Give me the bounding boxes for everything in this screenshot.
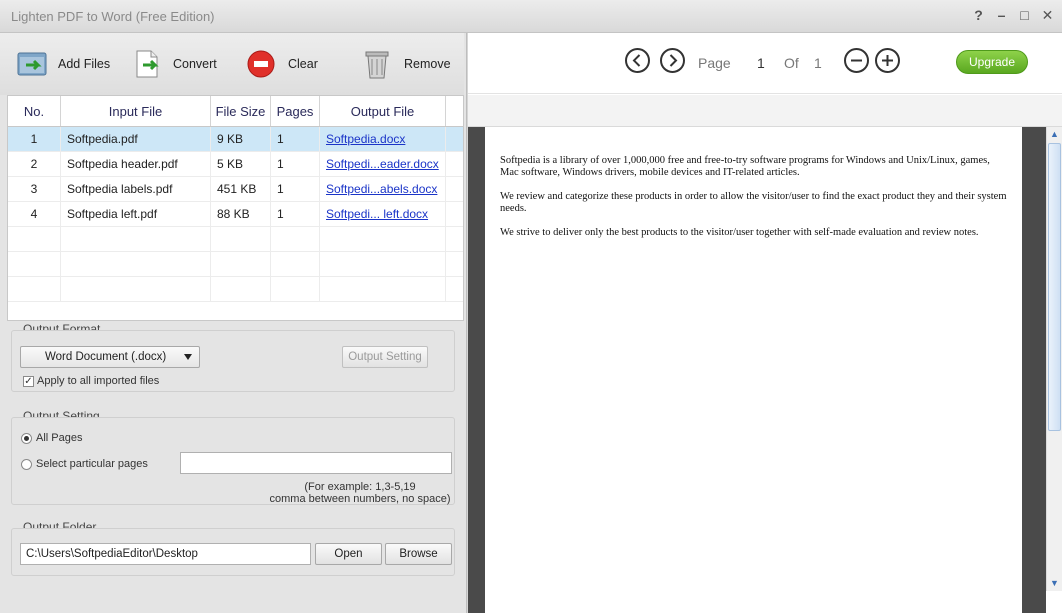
- upgrade-button[interactable]: Upgrade: [956, 50, 1028, 74]
- column-header-no[interactable]: No.: [8, 96, 61, 126]
- table-row[interactable]: 4 Softpedia left.pdf 88 KB 1 Softpedi...…: [8, 202, 463, 227]
- empty-row: [8, 252, 463, 277]
- scroll-up-icon[interactable]: ▲: [1047, 127, 1062, 142]
- help-icon[interactable]: ?: [972, 7, 985, 24]
- add-files-button[interactable]: Add Files: [16, 47, 110, 81]
- preview-navigation: Page 1 Of 1 Upgrade: [468, 33, 1062, 94]
- preview-panel: Page 1 Of 1 Upgrade Softpedia is a libra…: [468, 33, 1062, 613]
- output-format-selected: Word Document (.docx): [45, 351, 167, 363]
- all-pages-radio[interactable]: [21, 433, 32, 444]
- all-pages-label: All Pages: [36, 432, 83, 444]
- clear-label: Clear: [288, 57, 318, 71]
- empty-row: [8, 277, 463, 302]
- convert-label: Convert: [173, 57, 217, 71]
- input-file-cell: Softpedia labels.pdf: [61, 177, 211, 201]
- open-button[interactable]: Open: [315, 543, 382, 565]
- toolbar: Add Files Convert Clear Remove: [0, 33, 464, 95]
- left-panel: Add Files Convert Clear Remove No. Input…: [0, 33, 467, 613]
- remove-label: Remove: [404, 57, 451, 71]
- chevron-left-icon: [632, 54, 641, 67]
- apply-all-label: Apply to all imported files: [37, 375, 160, 387]
- add-files-label: Add Files: [58, 57, 111, 71]
- output-file-link[interactable]: Softpedia.docx: [326, 132, 405, 146]
- page-label: Page: [698, 55, 731, 71]
- document-paragraph: Softpedia is a library of over 1,000,000…: [500, 155, 990, 178]
- vertical-scrollbar[interactable]: ▲ ▼: [1046, 127, 1062, 591]
- of-label: Of: [784, 55, 799, 71]
- input-file-cell: Softpedia left.pdf: [61, 202, 211, 226]
- particular-pages-radio[interactable]: [21, 459, 32, 470]
- trash-icon: [362, 48, 396, 80]
- row-number: 3: [8, 177, 61, 201]
- page-range-hint: (For example: 1,3-5,19 comma between num…: [262, 481, 458, 505]
- page-range-input[interactable]: [180, 452, 452, 474]
- file-size-cell: 5 KB: [211, 152, 271, 176]
- next-page-button[interactable]: [660, 48, 685, 73]
- zoom-in-button[interactable]: [875, 48, 900, 73]
- convert-button[interactable]: Convert: [131, 47, 217, 81]
- close-icon[interactable]: ✕: [1041, 7, 1054, 24]
- window-controls: ? – □ ✕: [972, 7, 1054, 24]
- title-bar: Lighten PDF to Word (Free Edition) ? – □…: [0, 0, 1062, 33]
- clear-button[interactable]: Clear: [246, 47, 318, 81]
- column-header-file-size[interactable]: File Size: [211, 96, 271, 126]
- table-row[interactable]: 3 Softpedia labels.pdf 451 KB 1 Softpedi…: [8, 177, 463, 202]
- remove-button[interactable]: Remove: [362, 47, 451, 81]
- particular-pages-label: Select particular pages: [36, 458, 148, 470]
- plus-icon: [882, 55, 893, 66]
- output-file-link[interactable]: Softpedi...abels.docx: [326, 182, 437, 196]
- hint-line-2: comma between numbers, no space): [269, 493, 451, 505]
- maximize-icon[interactable]: □: [1018, 7, 1031, 24]
- previous-page-button[interactable]: [625, 48, 650, 73]
- current-page-number: 1: [757, 55, 765, 71]
- pages-cell: 1: [271, 177, 320, 201]
- empty-row: [8, 227, 463, 252]
- table-row[interactable]: 2 Softpedia header.pdf 5 KB 1 Softpedi..…: [8, 152, 463, 177]
- scroll-down-icon[interactable]: ▼: [1047, 576, 1062, 591]
- pages-cell: 1: [271, 127, 320, 151]
- output-folder-input[interactable]: C:\Users\SoftpediaEditor\Desktop: [20, 543, 311, 565]
- chevron-down-icon: [184, 354, 192, 360]
- file-size-cell: 451 KB: [211, 177, 271, 201]
- browse-button[interactable]: Browse: [385, 543, 452, 565]
- row-number: 4: [8, 202, 61, 226]
- column-header-input-file[interactable]: Input File: [61, 96, 211, 126]
- row-number: 2: [8, 152, 61, 176]
- zoom-out-button[interactable]: [844, 48, 869, 73]
- output-file-link[interactable]: Softpedi... left.docx: [326, 207, 428, 221]
- pages-cell: 1: [271, 152, 320, 176]
- output-file-link[interactable]: Softpedi...eader.docx: [326, 157, 439, 171]
- document-paragraph: We review and categorize these products …: [500, 191, 1007, 214]
- file-table: No. Input File File Size Pages Output Fi…: [7, 95, 464, 321]
- minus-icon: [851, 59, 862, 62]
- column-header-output-file[interactable]: Output File: [320, 96, 446, 126]
- document-paragraph: We strive to deliver only the best produ…: [500, 227, 979, 238]
- add-files-icon: [16, 48, 50, 80]
- input-file-cell: Softpedia.pdf: [61, 127, 211, 151]
- document-viewer: Softpedia is a library of over 1,000,000…: [468, 127, 1046, 613]
- pages-cell: 1: [271, 202, 320, 226]
- preview-strip: [468, 95, 1062, 127]
- hint-line-1: (For example: 1,3-5,19: [304, 481, 416, 493]
- apply-all-checkbox[interactable]: ✓: [23, 376, 34, 387]
- chevron-right-icon: [669, 54, 678, 67]
- window-title: Lighten PDF to Word (Free Edition): [11, 9, 215, 24]
- scroll-thumb[interactable]: [1048, 143, 1061, 431]
- output-format-select[interactable]: Word Document (.docx): [20, 346, 200, 368]
- file-size-cell: 88 KB: [211, 202, 271, 226]
- file-size-cell: 9 KB: [211, 127, 271, 151]
- minimize-icon[interactable]: –: [995, 7, 1008, 24]
- table-header: No. Input File File Size Pages Output Fi…: [8, 96, 463, 127]
- clear-icon: [246, 48, 280, 80]
- input-file-cell: Softpedia header.pdf: [61, 152, 211, 176]
- table-row[interactable]: 1 Softpedia.pdf 9 KB 1 Softpedia.docx: [8, 127, 463, 152]
- output-setting-button[interactable]: Output Setting: [342, 346, 428, 368]
- column-header-spacer: [446, 96, 463, 126]
- column-header-pages[interactable]: Pages: [271, 96, 320, 126]
- row-number: 1: [8, 127, 61, 151]
- convert-icon: [131, 48, 165, 80]
- document-page: Softpedia is a library of over 1,000,000…: [485, 127, 1022, 613]
- total-pages: 1: [814, 55, 822, 71]
